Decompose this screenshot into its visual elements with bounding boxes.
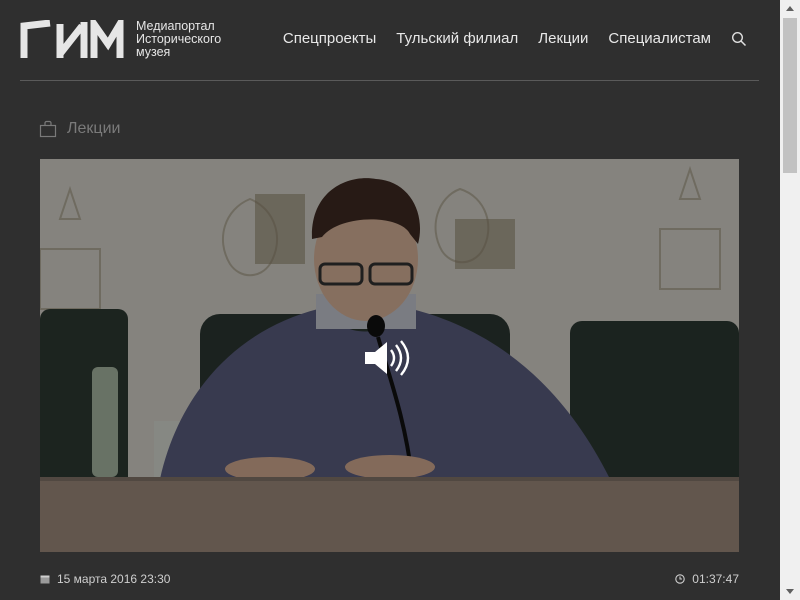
scrollbar-thumb[interactable]	[783, 18, 797, 173]
video-duration: 01:37:47	[675, 572, 739, 586]
speaker-icon[interactable]	[363, 340, 411, 376]
gim-logo-mark	[20, 20, 124, 58]
scroll-up-arrow-icon[interactable]	[780, 0, 800, 17]
video-date-text: 15 марта 2016 23:30	[57, 572, 171, 586]
bag-icon	[39, 120, 57, 138]
logo[interactable]: Медиапортал Исторического музея	[20, 20, 246, 59]
nav-item-specprojects[interactable]: Спецпроекты	[283, 30, 376, 47]
scroll-down-arrow-icon[interactable]	[780, 583, 800, 600]
video-duration-text: 01:37:47	[692, 572, 739, 586]
main-nav: Спецпроекты Тульский филиал Лекции Специ…	[263, 30, 747, 47]
calendar-icon	[40, 575, 50, 584]
video-meta: 15 марта 2016 23:30 01:37:47	[40, 572, 739, 586]
nav-item-lectures[interactable]: Лекции	[538, 30, 588, 47]
scrollbar[interactable]	[780, 0, 800, 600]
clock-icon	[675, 574, 686, 584]
video-player[interactable]	[40, 159, 739, 552]
video-date: 15 марта 2016 23:30	[40, 572, 170, 586]
section-label: Лекции	[67, 120, 121, 137]
site-header: Медиапортал Исторического музея Спецпрое…	[20, 0, 759, 81]
page: Медиапортал Исторического музея Спецпрое…	[0, 0, 780, 600]
nav-item-specialists[interactable]: Специалистам	[608, 30, 711, 47]
search-icon[interactable]	[731, 31, 747, 47]
logo-text: Медиапортал Исторического музея	[136, 19, 222, 59]
nav-item-tula-branch[interactable]: Тульский филиал	[396, 30, 518, 47]
section-header: Лекции	[39, 120, 120, 138]
